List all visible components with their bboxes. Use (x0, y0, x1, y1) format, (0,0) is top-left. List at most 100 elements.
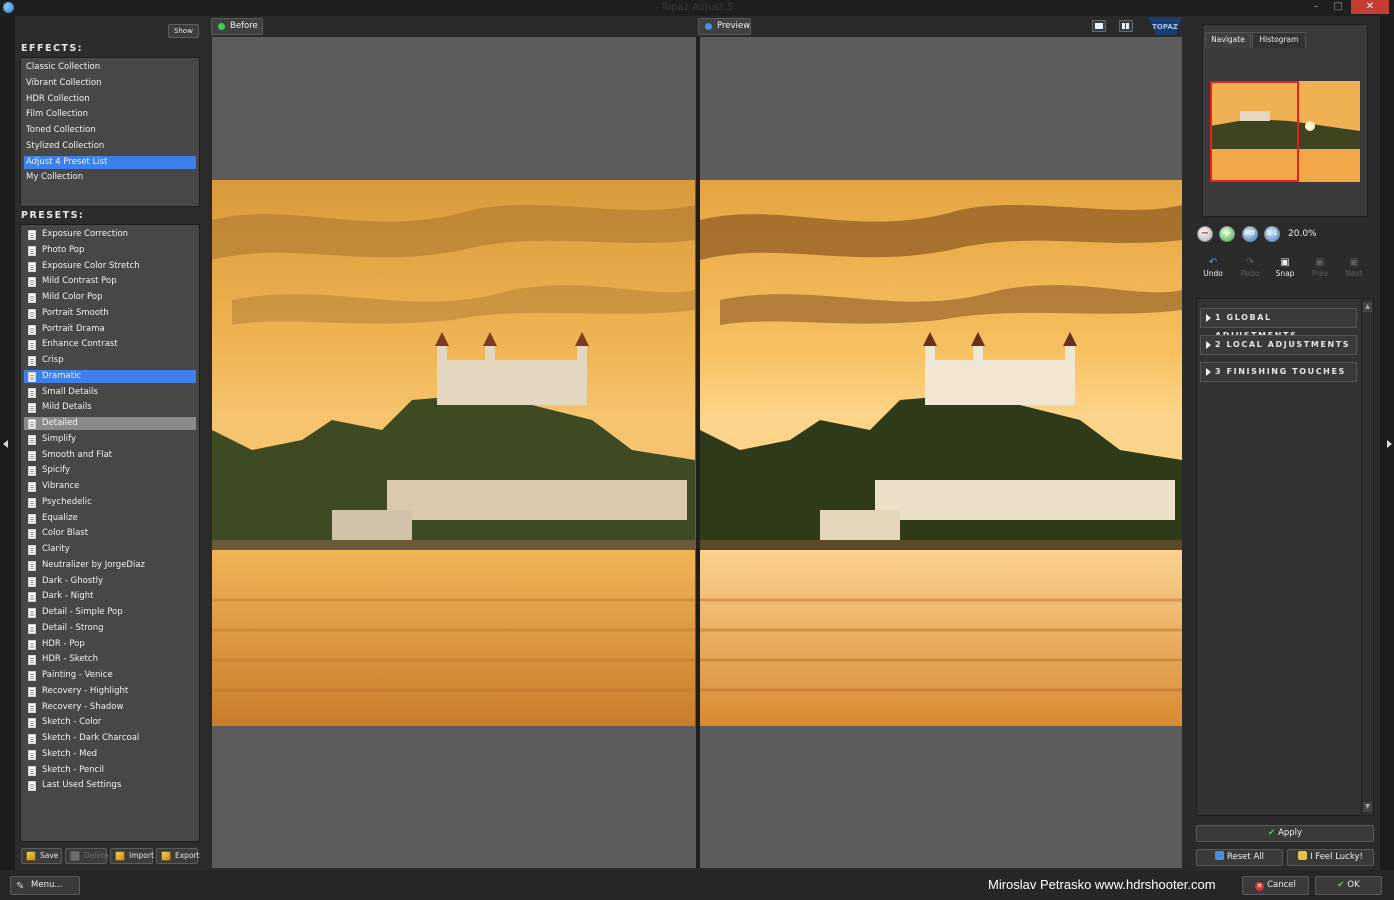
preset-item[interactable]: HDR - Pop (24, 638, 196, 651)
global-adjustments-section[interactable]: 1 GLOBAL ADJUSTMENTS (1200, 308, 1357, 340)
close-button[interactable]: ✕ (1351, 0, 1389, 14)
delete-icon (70, 851, 80, 861)
redo-button[interactable]: ↷ Redo (1236, 256, 1264, 282)
snapshot-button[interactable]: ▣ Snap (1271, 256, 1299, 282)
menu-button[interactable]: ✎ Menu... (10, 876, 80, 895)
effect-collection-item[interactable]: Film Collection (24, 108, 196, 121)
preset-item[interactable]: Sketch - Color (24, 716, 196, 729)
prev-snapshot-button[interactable]: ▣ Prev (1306, 256, 1334, 282)
preset-item[interactable]: Photo Pop (24, 244, 196, 257)
reset-all-button[interactable]: Reset All (1196, 849, 1283, 866)
undo-icon: ↶ (1208, 257, 1218, 268)
local-adjustments-section[interactable]: 2 LOCAL ADJUSTMENTS (1200, 335, 1357, 355)
effect-collection-item[interactable]: My Collection (24, 171, 196, 184)
preset-item[interactable]: Sketch - Med (24, 748, 196, 761)
export-preset-button[interactable]: Export (156, 848, 200, 864)
preset-document-icon (28, 308, 36, 319)
preset-label: HDR - Sketch (42, 654, 98, 665)
preset-item[interactable]: Mild Color Pop (24, 291, 196, 304)
preset-document-icon (28, 686, 36, 697)
preset-document-icon (28, 245, 36, 256)
save-preset-button[interactable]: Save (21, 848, 62, 864)
preset-item[interactable]: Sketch - Pencil (24, 764, 196, 777)
effect-collection-item[interactable]: HDR Collection (24, 93, 196, 106)
apply-button[interactable]: ✔ Apply (1196, 825, 1374, 842)
preset-item[interactable]: Psychedelic (24, 496, 196, 509)
adjustments-scrollbar[interactable]: ▲ ▼ (1361, 300, 1372, 814)
show-button[interactable]: Show (168, 24, 199, 38)
preset-item[interactable]: Crisp (24, 354, 196, 367)
finishing-touches-section[interactable]: 3 FINISHING TOUCHES (1200, 362, 1357, 382)
preset-item[interactable]: Detail - Simple Pop (24, 606, 196, 619)
single-view-button[interactable] (1092, 20, 1106, 32)
ok-button[interactable]: ✔ OK (1315, 876, 1382, 895)
preset-item[interactable]: Dark - Night (24, 590, 196, 603)
preset-item[interactable]: Mild Contrast Pop (24, 275, 196, 288)
preset-document-icon (28, 466, 36, 477)
cancel-button[interactable]: ✕ Cancel (1242, 876, 1309, 895)
scroll-down-icon[interactable]: ▼ (1363, 802, 1372, 812)
tab-histogram[interactable]: Histogram (1252, 32, 1306, 48)
import-icon (115, 851, 125, 861)
preset-document-icon (28, 371, 36, 382)
effect-collection-item[interactable]: Adjust 4 Preset List (24, 155, 196, 169)
preset-label: Portrait Smooth (42, 307, 109, 318)
preset-item[interactable]: Small Details (24, 386, 196, 399)
import-preset-button[interactable]: Import (110, 848, 154, 864)
zoom-fit-button[interactable]: FIT (1242, 226, 1258, 242)
preset-item[interactable]: Portrait Drama (24, 323, 196, 336)
preset-item[interactable]: Simplify (24, 433, 196, 446)
preset-item[interactable]: Clarity (24, 543, 196, 556)
split-view-button[interactable] (1119, 20, 1133, 32)
preset-item[interactable]: Painting - Venice (24, 669, 196, 682)
before-image[interactable] (212, 180, 695, 726)
effect-collection-item[interactable]: Stylized Collection (24, 140, 196, 153)
delete-preset-button[interactable]: Delete (65, 848, 109, 864)
preset-label: Smooth and Flat (42, 449, 112, 460)
maximize-button[interactable]: □ (1327, 0, 1349, 14)
preset-item[interactable]: Detailed (24, 417, 196, 430)
navigator-viewport-frame[interactable] (1210, 81, 1299, 182)
scroll-up-icon[interactable]: ▲ (1363, 302, 1372, 312)
preset-item[interactable]: Exposure Color Stretch (24, 260, 196, 273)
preset-item[interactable]: Last Used Settings (24, 779, 196, 792)
effect-collection-item[interactable]: Toned Collection (24, 124, 196, 137)
preset-item[interactable]: Enhance Contrast (24, 338, 196, 351)
preset-item[interactable]: Sketch - Dark Charcoal (24, 732, 196, 745)
preset-item[interactable]: Vibrance (24, 480, 196, 493)
presets-list: Exposure Correction Photo Pop Exposure Col… (20, 224, 200, 842)
preset-label: Color Blast (42, 528, 89, 539)
preview-image[interactable] (700, 180, 1182, 726)
zoom-one-to-one-button[interactable]: 1:1 (1264, 226, 1280, 242)
undo-button[interactable]: ↶ Undo (1199, 256, 1227, 282)
preset-item[interactable]: Equalize (24, 512, 196, 525)
collapse-right-panel-icon[interactable] (1387, 440, 1392, 448)
preset-item[interactable]: Exposure Correction (24, 228, 196, 241)
effect-collection-item[interactable]: Classic Collection (24, 61, 196, 74)
preset-item[interactable]: Neutralizer by JorgeDiaz (24, 559, 196, 572)
preset-item[interactable]: Spicify (24, 464, 196, 477)
preview-tab[interactable]: Preview (698, 18, 751, 35)
preset-item[interactable]: Recovery - Highlight (24, 685, 196, 698)
preset-document-icon (28, 261, 36, 272)
preset-label: Recovery - Shadow (42, 701, 124, 712)
feel-lucky-button[interactable]: I Feel Lucky! (1287, 849, 1374, 866)
next-snapshot-button[interactable]: ▣ Next (1340, 256, 1368, 282)
preset-item[interactable]: Color Blast (24, 527, 196, 540)
preset-item[interactable]: Dark - Ghostly (24, 575, 196, 588)
preset-item[interactable]: Detail - Strong (24, 622, 196, 635)
preset-item[interactable]: Recovery - Shadow (24, 701, 196, 714)
before-tab[interactable]: Before (211, 18, 263, 35)
preset-item[interactable]: Dramatic (24, 369, 196, 383)
zoom-in-button[interactable]: + (1219, 226, 1235, 242)
collapse-left-panel-icon[interactable] (3, 440, 8, 448)
effect-collection-item[interactable]: Vibrant Collection (24, 77, 196, 90)
preset-label: Sketch - Color (42, 717, 102, 728)
preset-item[interactable]: Mild Details (24, 401, 196, 414)
preset-item[interactable]: Smooth and Flat (24, 449, 196, 462)
zoom-out-button[interactable]: − (1197, 226, 1213, 242)
tab-navigate[interactable]: Navigate (1205, 32, 1251, 48)
preset-item[interactable]: HDR - Sketch (24, 653, 196, 666)
preset-item[interactable]: Portrait Smooth (24, 307, 196, 320)
minimize-button[interactable]: – (1305, 0, 1327, 14)
